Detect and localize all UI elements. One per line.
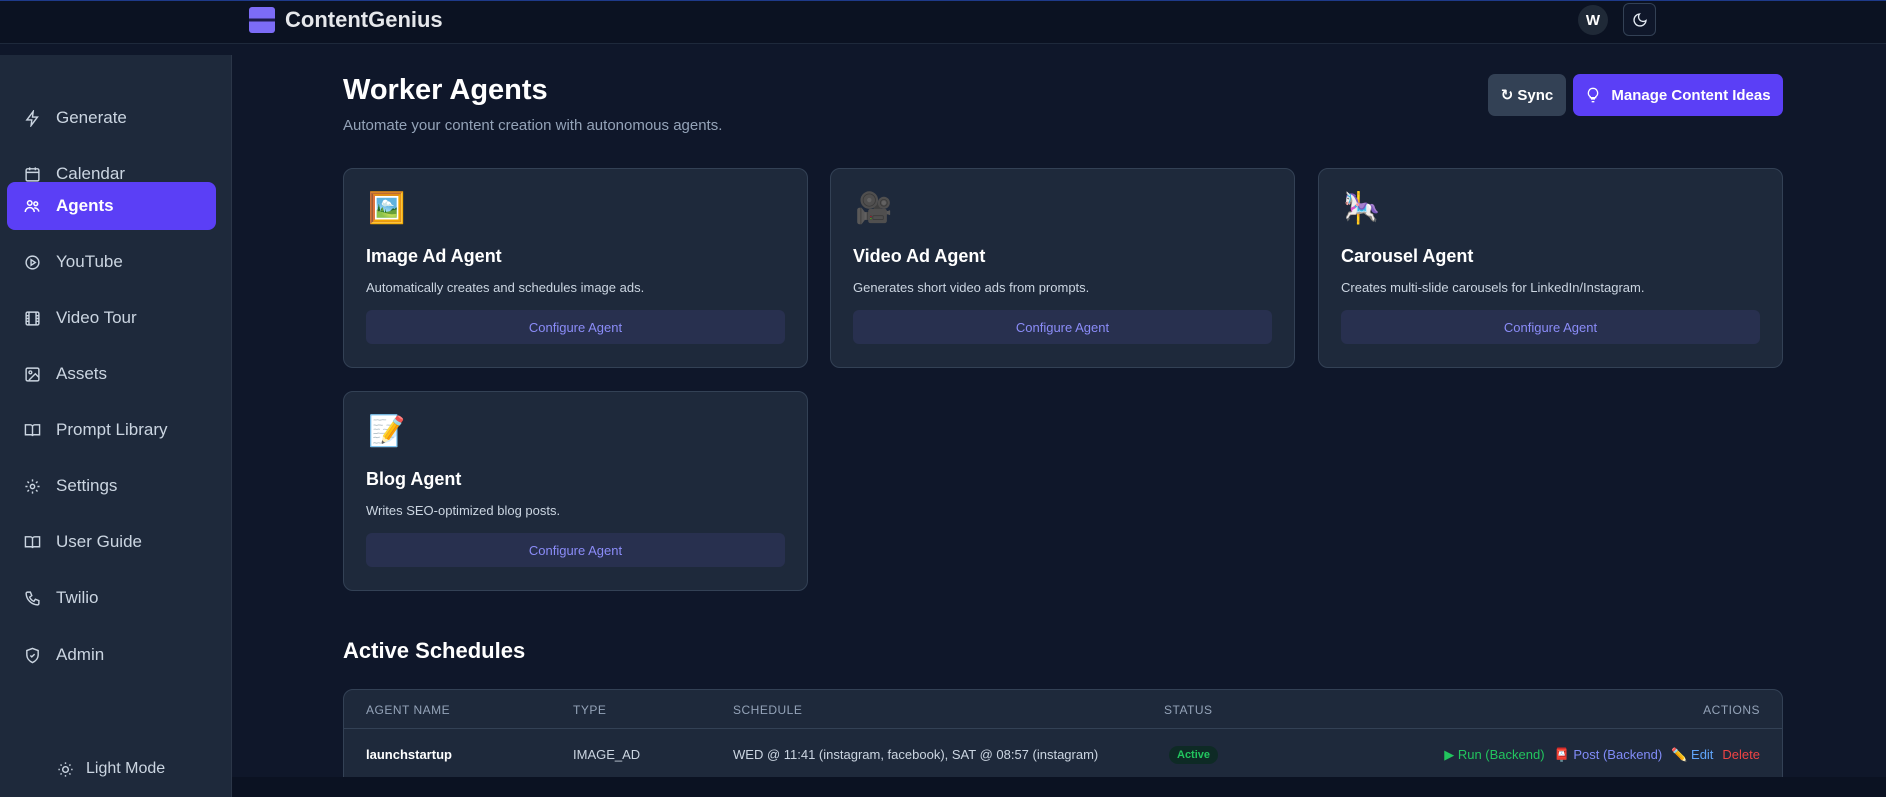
table-header: AGENT NAME TYPE SCHEDULE STATUS ACTIONS xyxy=(344,690,1782,729)
status-badge: Active xyxy=(1169,746,1219,764)
sun-icon xyxy=(58,761,73,777)
agent-card-image-ad: 🖼️ Image Ad Agent Automatically creates … xyxy=(343,168,808,368)
sidebar-item-agents[interactable]: Agents xyxy=(7,182,216,230)
sidebar-item-video-tour[interactable]: Video Tour xyxy=(7,294,216,342)
sidebar-item-assets[interactable]: Assets xyxy=(7,350,216,398)
sidebar-item-user-guide[interactable]: User Guide xyxy=(7,518,216,566)
manage-content-ideas-button[interactable]: Manage Content Ideas xyxy=(1573,74,1783,116)
sidebar-item-label: Assets xyxy=(56,364,108,383)
sidebar-item-settings[interactable]: Settings xyxy=(7,462,216,510)
agent-name-cell: launchstartup xyxy=(366,747,452,762)
sidebar-item-label: YouTube xyxy=(56,252,123,271)
sidebar-item-label: Agents xyxy=(56,196,114,215)
framed-picture-icon: 🖼️ xyxy=(368,192,406,225)
gear-icon xyxy=(23,477,41,495)
top-bar: ContentGenius W xyxy=(0,0,1886,44)
book-open-icon xyxy=(23,533,41,551)
configure-agent-button[interactable]: Configure Agent xyxy=(366,310,785,344)
sidebar-item-label: Prompt Library xyxy=(56,420,168,439)
sidebar-item-label: Twilio xyxy=(56,588,99,607)
edit-button[interactable]: ✏️ Edit xyxy=(1671,747,1713,763)
agent-name: Carousel Agent xyxy=(1341,246,1474,266)
agent-description: Automatically creates and schedules imag… xyxy=(366,280,645,295)
phone-icon xyxy=(23,589,41,607)
refresh-icon: ↻ xyxy=(1500,87,1514,104)
column-header-type: TYPE xyxy=(573,703,607,717)
film-icon xyxy=(23,309,41,327)
sidebar-item-generate[interactable]: Generate xyxy=(7,94,216,142)
calendar-icon xyxy=(23,165,41,183)
lightbulb-icon xyxy=(1588,87,1599,103)
manage-content-ideas-label: Manage Content Ideas xyxy=(1611,86,1771,104)
sidebar-item-label: Admin xyxy=(56,645,105,664)
type-cell: IMAGE_AD xyxy=(573,747,641,762)
configure-agent-button[interactable]: Configure Agent xyxy=(1341,310,1760,344)
theme-toggle-button[interactable] xyxy=(1623,3,1656,36)
agent-name: Blog Agent xyxy=(366,469,462,489)
agent-name: Image Ad Agent xyxy=(366,246,502,266)
app-name: ContentGenius xyxy=(285,7,443,32)
page-subtitle: Automate your content creation with auto… xyxy=(343,117,723,134)
agent-name: Video Ad Agent xyxy=(853,246,986,266)
carousel-horse-icon: 🎠 xyxy=(1343,192,1381,225)
sidebar-item-label: Settings xyxy=(56,476,118,495)
agent-card-video-ad: 🎥 Video Ad Agent Generates short video a… xyxy=(830,168,1295,368)
users-icon xyxy=(23,197,41,215)
agent-description: Generates short video ads from prompts. xyxy=(853,280,1090,295)
sync-label: Sync xyxy=(1517,86,1554,104)
sidebar-item-label: Generate xyxy=(56,108,127,127)
configure-agent-button[interactable]: Configure Agent xyxy=(853,310,1272,344)
play-circle-icon xyxy=(23,253,41,271)
logo-icon xyxy=(249,7,275,33)
post-backend-button[interactable]: 📮 Post (Backend) xyxy=(1554,747,1663,763)
sync-button[interactable]: ↻ Sync xyxy=(1488,74,1566,116)
sidebar-item-label: Calendar xyxy=(56,164,125,183)
agent-card-blog: 📝 Blog Agent Writes SEO-optimized blog p… xyxy=(343,391,808,591)
sidebar-item-youtube[interactable]: YouTube xyxy=(7,238,216,286)
active-schedules-title: Active Schedules xyxy=(343,638,526,663)
run-backend-button[interactable]: ▶ Run (Backend) xyxy=(1444,747,1544,763)
sidebar-item-label: Video Tour xyxy=(56,308,137,327)
column-header-status: STATUS xyxy=(1164,703,1213,717)
page-title: Worker Agents xyxy=(343,74,548,106)
row-actions: ▶ Run (Backend) 📮 Post (Backend) ✏️ Edit… xyxy=(1444,747,1760,763)
app-logo[interactable]: ContentGenius xyxy=(249,6,443,34)
column-header-actions: ACTIONS xyxy=(1703,703,1760,717)
column-header-schedule: SCHEDULE xyxy=(733,703,803,717)
sidebar-item-twilio[interactable]: Twilio xyxy=(7,574,216,622)
light-mode-label: Light Mode xyxy=(86,760,166,777)
column-header-agent-name: AGENT NAME xyxy=(366,703,451,717)
sidebar-item-admin[interactable]: Admin xyxy=(7,631,216,679)
bottom-edge xyxy=(232,777,1886,797)
sidebar-item-prompt-library[interactable]: Prompt Library xyxy=(7,406,216,454)
movie-camera-icon: 🎥 xyxy=(855,192,893,225)
light-mode-toggle[interactable]: Light Mode xyxy=(57,760,165,778)
book-icon xyxy=(23,421,41,439)
image-icon xyxy=(23,365,41,383)
agent-card-carousel: 🎠 Carousel Agent Creates multi-slide car… xyxy=(1318,168,1783,368)
configure-agent-button[interactable]: Configure Agent xyxy=(366,533,785,567)
agent-description: Creates multi-slide carousels for Linked… xyxy=(1341,280,1645,295)
avatar[interactable]: W xyxy=(1578,5,1608,35)
shield-icon xyxy=(23,646,41,664)
moon-icon xyxy=(1632,12,1647,27)
sidebar-item-label: User Guide xyxy=(56,532,142,551)
bolt-icon xyxy=(23,109,41,127)
sidebar: Generate Calendar Agents YouTube Video T… xyxy=(0,55,232,797)
schedule-cell: WED @ 11:41 (instagram, facebook), SAT @… xyxy=(733,747,1099,762)
memo-icon: 📝 xyxy=(368,415,406,448)
delete-button[interactable]: Delete xyxy=(1722,747,1760,763)
agent-description: Writes SEO-optimized blog posts. xyxy=(366,503,561,518)
